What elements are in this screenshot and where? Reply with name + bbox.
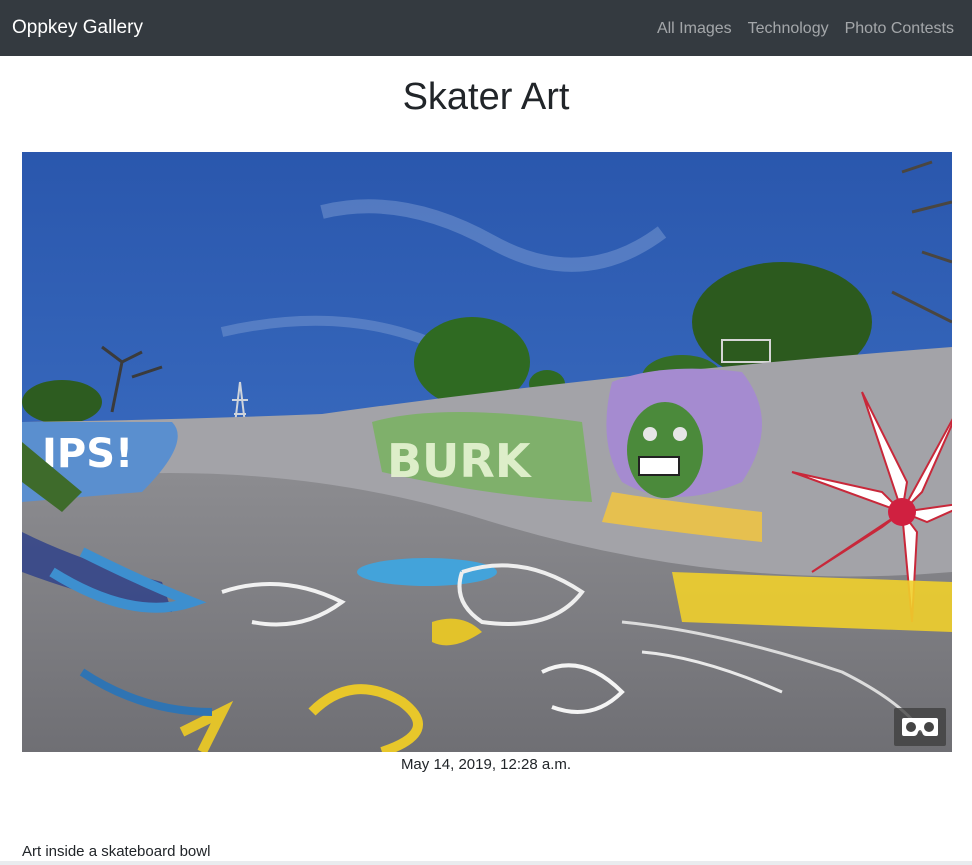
svg-text:BURK: BURK xyxy=(387,434,533,488)
panorama-image: IPS! BURK xyxy=(22,152,952,752)
nav-link-technology[interactable]: Technology xyxy=(748,19,829,39)
navbar: Oppkey Gallery All Images Technology Pho… xyxy=(0,0,972,56)
vr-goggles-icon xyxy=(902,718,938,736)
page-title: Skater Art xyxy=(402,76,570,118)
panorama-viewer[interactable]: IPS! BURK xyxy=(22,152,952,752)
nav-link-all-images[interactable]: All Images xyxy=(657,19,732,39)
image-description: Art inside a skateboard bowl xyxy=(22,843,211,860)
nav-link-photo-contests[interactable]: Photo Contests xyxy=(845,19,954,39)
nav-links: All Images Technology Photo Contests xyxy=(657,19,954,39)
brand-link[interactable]: Oppkey Gallery xyxy=(12,17,143,39)
vr-mode-button[interactable] xyxy=(894,708,946,746)
scrollbar-track[interactable] xyxy=(0,861,972,865)
image-date: May 14, 2019, 12:28 a.m. xyxy=(400,756,572,773)
